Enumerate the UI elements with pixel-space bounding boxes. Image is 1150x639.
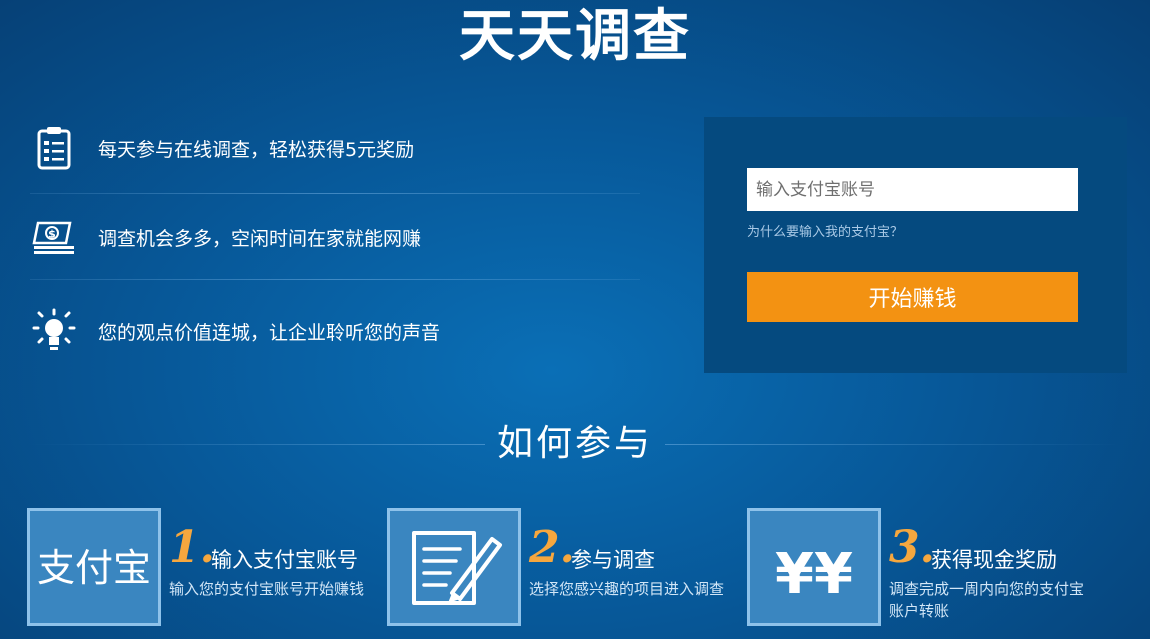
yuan-icon: ¥¥ xyxy=(775,542,853,607)
step-2: 2. 参与调查 选择您感兴趣的项目进入调查 xyxy=(387,508,737,639)
feature-divider xyxy=(30,279,640,280)
step-description: 输入您的支付宝账号开始赚钱 xyxy=(169,580,365,598)
feature-item-survey: 每天参与在线调查，轻松获得5元奖励 xyxy=(30,105,640,191)
step-title: 输入支付宝账号 xyxy=(211,548,358,572)
section-title: 如何参与 xyxy=(496,423,653,464)
cash-tile: ¥¥ xyxy=(747,508,881,626)
alipay-account-input[interactable] xyxy=(747,168,1078,211)
step-number: 1. xyxy=(169,522,215,573)
step-title: 参与调查 xyxy=(571,548,655,572)
step-3: ¥¥ 3. 获得现金奖励 调查完成一周内向您的支付宝账户转账 xyxy=(747,508,1097,639)
feature-text: 调查机会多多，空闲时间在家就能网赚 xyxy=(98,227,422,250)
alipay-tile: 支付宝 xyxy=(27,508,161,626)
start-earning-button[interactable]: 开始赚钱 xyxy=(747,272,1078,322)
page-title: 天天调查 xyxy=(459,4,691,69)
feature-item-opportunity: $ 调查机会多多，空闲时间在家就能网赚 xyxy=(30,194,640,280)
step-title: 获得现金奖励 xyxy=(931,548,1057,572)
feature-text: 您的观点价值连城，让企业聆听您的声音 xyxy=(98,321,441,344)
money-icon: $ xyxy=(32,221,74,254)
feature-item-opinion: 您的观点价值连城，让企业聆听您的声音 xyxy=(30,288,640,374)
step-description: 调查完成一周内向您的支付宝账户转账 xyxy=(889,580,1085,620)
svg-text:$: $ xyxy=(48,228,56,241)
alipay-logo-icon: 支付宝 xyxy=(37,546,151,590)
yuan-text: ¥¥ xyxy=(775,542,853,607)
step-number: 2. xyxy=(529,522,575,573)
why-alipay-link[interactable]: 为什么要输入我的支付宝？ xyxy=(747,221,903,240)
clipboard-icon xyxy=(37,127,71,170)
step-description: 选择您感兴趣的项目进入调查 xyxy=(529,580,725,598)
step-1: 支付宝 1. 输入支付宝账号 输入您的支付宝账号开始赚钱 xyxy=(27,508,377,639)
lightbulb-icon xyxy=(32,308,76,350)
step-number: 3. xyxy=(889,522,935,573)
survey-tile xyxy=(387,508,521,626)
alipay-logo-text: 支付宝 xyxy=(37,546,151,590)
notepad-pen-icon xyxy=(412,531,502,605)
login-panel: 为什么要输入我的支付宝？ 开始赚钱 xyxy=(704,117,1127,373)
feature-text: 每天参与在线调查，轻松获得5元奖励 xyxy=(98,138,415,161)
